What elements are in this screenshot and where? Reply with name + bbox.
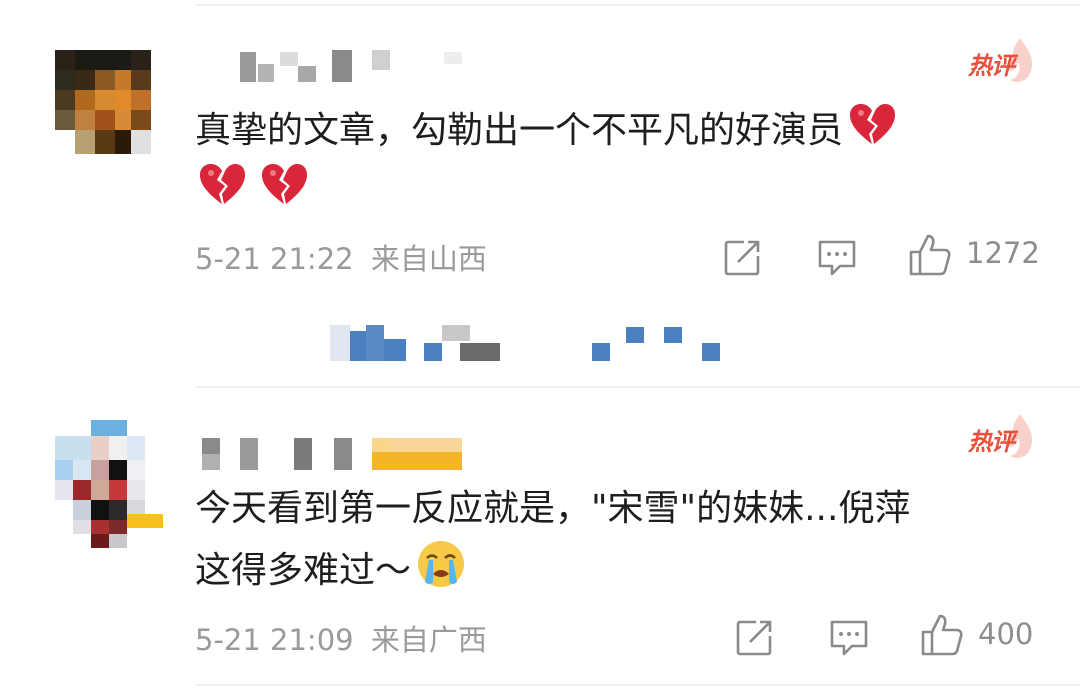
like-count: 400 <box>978 617 1034 651</box>
view-replies-link[interactable] <box>330 325 730 365</box>
like-thumb-icon[interactable] <box>908 232 952 278</box>
broken-heart-icon <box>262 164 307 204</box>
username[interactable] <box>200 48 470 84</box>
crying-face-icon <box>418 541 465 587</box>
share-icon[interactable] <box>722 238 762 278</box>
comment-text-line-1: 真挚的文章，勾勒出一个不平凡的好演员 <box>195 110 844 151</box>
broken-heart-icon <box>850 104 896 144</box>
comment-text-line-2: 这得多难过～ <box>195 550 412 591</box>
user-avatar[interactable] <box>55 420 165 548</box>
comment-text: 今天看到第一反应就是，"宋雪"的妹妹...倪萍 这得多难过～ <box>195 480 1025 600</box>
comment-meta: 5-21 21:09 来自广西 <box>195 617 487 659</box>
comment-meta: 5-21 21:22 来自山西 <box>195 236 487 278</box>
top-divider <box>195 4 1080 6</box>
comment-icon[interactable] <box>816 238 858 278</box>
hot-badge-label: 热评 <box>968 428 1015 456</box>
comment-divider <box>195 386 1080 388</box>
comment-date: 5-21 21:22 <box>195 242 354 276</box>
comment-text-line-1: 今天看到第一反应就是，"宋雪"的妹妹...倪萍 <box>195 488 911 529</box>
hot-comment-badge: 热评 <box>968 36 1038 86</box>
broken-heart-icon <box>200 164 245 204</box>
share-icon[interactable] <box>734 618 774 658</box>
comment-location: 来自广西 <box>370 623 487 657</box>
bottom-divider <box>195 684 1080 686</box>
user-avatar[interactable] <box>55 50 151 154</box>
comment-location: 来自山西 <box>370 242 487 276</box>
hot-badge-label: 热评 <box>968 52 1015 80</box>
comment-text: 真挚的文章，勾勒出一个不平凡的好演员 <box>195 100 1025 220</box>
username[interactable] <box>200 436 470 476</box>
comment-date: 5-21 21:09 <box>195 623 354 657</box>
comment-icon[interactable] <box>828 618 870 658</box>
like-thumb-icon[interactable] <box>920 612 964 658</box>
hot-comment-badge: 热评 <box>968 412 1038 462</box>
like-count: 1272 <box>966 236 1040 270</box>
